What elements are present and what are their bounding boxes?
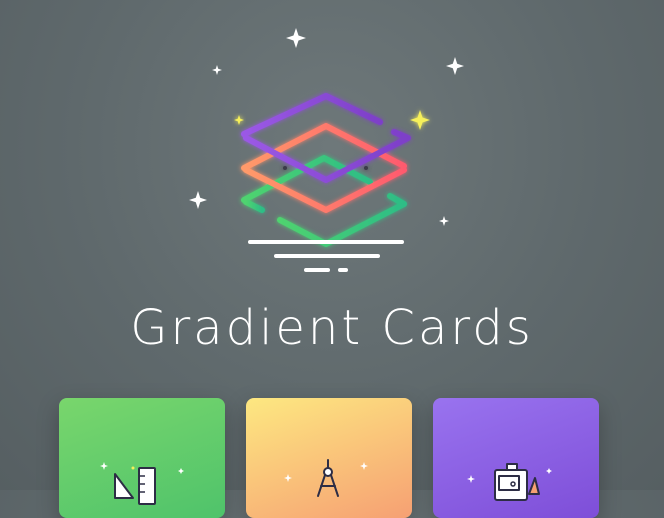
page-title: Gradient Cards (130, 300, 534, 356)
card-orange[interactable] (246, 398, 412, 518)
card-purple[interactable] (433, 398, 599, 518)
card-green[interactable] (59, 398, 225, 518)
sparkle-icon (234, 115, 244, 125)
sparkle-icon (189, 191, 207, 209)
sparkle-icon (286, 28, 306, 48)
hero-illustration (189, 28, 464, 272)
sparkle-icon (212, 65, 222, 75)
compass-icon (284, 459, 368, 497)
drawing-tablet-icon (467, 463, 552, 501)
design-tools-icon (100, 462, 184, 505)
layers-icon (241, 93, 411, 247)
sparkle-icon (439, 216, 449, 226)
sparkle-icon (446, 57, 464, 75)
sparkle-icon (410, 110, 430, 130)
